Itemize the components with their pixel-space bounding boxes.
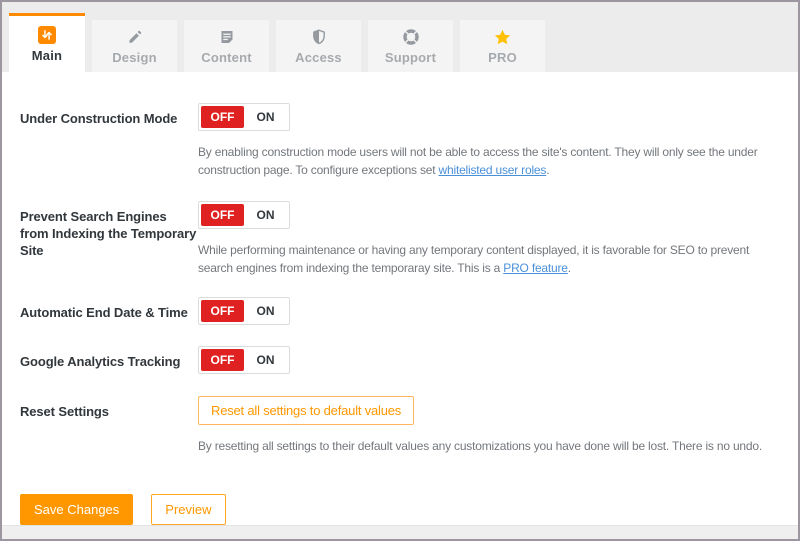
pro-feature-link[interactable]: PRO feature bbox=[503, 261, 568, 275]
setting-description: By enabling construction mode users will… bbox=[198, 143, 780, 179]
setting-label: Prevent Search Engines from Indexing the… bbox=[20, 201, 198, 259]
sliders-icon bbox=[38, 25, 56, 45]
toggle-off-button[interactable]: OFF bbox=[201, 106, 244, 128]
toggle-off-button[interactable]: OFF bbox=[201, 300, 244, 322]
preview-button[interactable]: Preview bbox=[151, 494, 225, 525]
description-text: While performing maintenance or having a… bbox=[198, 243, 749, 275]
toggle-on-button[interactable]: ON bbox=[244, 204, 287, 226]
tab-design-label: Design bbox=[112, 50, 157, 65]
setting-description: By resetting all settings to their defau… bbox=[198, 437, 780, 455]
tab-content-label: Content bbox=[201, 50, 252, 65]
actions-bar: Save Changes Preview bbox=[20, 494, 780, 525]
whitelisted-user-roles-link[interactable]: whitelisted user roles bbox=[439, 163, 547, 177]
tab-main-label: Main bbox=[32, 48, 62, 63]
description-text-end: . bbox=[546, 163, 549, 177]
sliders-icon-box bbox=[38, 26, 56, 44]
prevent-search-toggle[interactable]: OFF ON bbox=[198, 201, 290, 229]
settings-panel: Main Design Content bbox=[0, 0, 800, 541]
document-icon bbox=[219, 27, 235, 47]
setting-row-automatic-end-date: Automatic End Date & Time OFF ON bbox=[20, 297, 780, 325]
tab-support[interactable]: Support bbox=[368, 20, 453, 72]
toggle-on-button[interactable]: ON bbox=[244, 349, 287, 371]
tab-access-label: Access bbox=[295, 50, 342, 65]
setting-label: Reset Settings bbox=[20, 396, 198, 420]
setting-row-prevent-search-engines: Prevent Search Engines from Indexing the… bbox=[20, 201, 780, 277]
reset-settings-button[interactable]: Reset all settings to default values bbox=[198, 396, 414, 425]
toggle-on-button[interactable]: ON bbox=[244, 106, 287, 128]
tab-support-label: Support bbox=[385, 50, 436, 65]
tab-design[interactable]: Design bbox=[92, 20, 177, 72]
setting-label: Google Analytics Tracking bbox=[20, 346, 198, 370]
toggle-off-button[interactable]: OFF bbox=[201, 349, 244, 371]
tab-pro[interactable]: PRO bbox=[460, 20, 545, 72]
setting-label: Under Construction Mode bbox=[20, 103, 198, 127]
setting-label: Automatic End Date & Time bbox=[20, 297, 198, 321]
automatic-end-date-toggle[interactable]: OFF ON bbox=[198, 297, 290, 325]
setting-row-reset-settings: Reset Settings Reset all settings to def… bbox=[20, 396, 780, 455]
setting-row-under-construction-mode: Under Construction Mode OFF ON By enabli… bbox=[20, 103, 780, 179]
tab-access[interactable]: Access bbox=[276, 20, 361, 72]
toggle-on-button[interactable]: ON bbox=[244, 300, 287, 322]
save-changes-button[interactable]: Save Changes bbox=[20, 494, 133, 525]
tab-content[interactable]: Content bbox=[184, 20, 269, 72]
tab-pro-label: PRO bbox=[488, 50, 517, 65]
under-construction-toggle[interactable]: OFF ON bbox=[198, 103, 290, 131]
pencil-icon bbox=[127, 27, 143, 47]
setting-description: While performing maintenance or having a… bbox=[198, 241, 780, 277]
toggle-off-button[interactable]: OFF bbox=[201, 204, 244, 226]
setting-row-google-analytics: Google Analytics Tracking OFF ON bbox=[20, 346, 780, 374]
description-text-end: . bbox=[568, 261, 571, 275]
star-icon bbox=[494, 27, 511, 47]
tab-main[interactable]: Main bbox=[9, 13, 85, 72]
google-analytics-toggle[interactable]: OFF ON bbox=[198, 346, 290, 374]
tab-bar: Main Design Content bbox=[2, 2, 798, 72]
lifering-icon bbox=[403, 27, 419, 47]
shield-icon bbox=[311, 27, 327, 47]
tab-panel-main: Under Construction Mode OFF ON By enabli… bbox=[2, 72, 798, 525]
bottom-strip bbox=[2, 525, 798, 541]
